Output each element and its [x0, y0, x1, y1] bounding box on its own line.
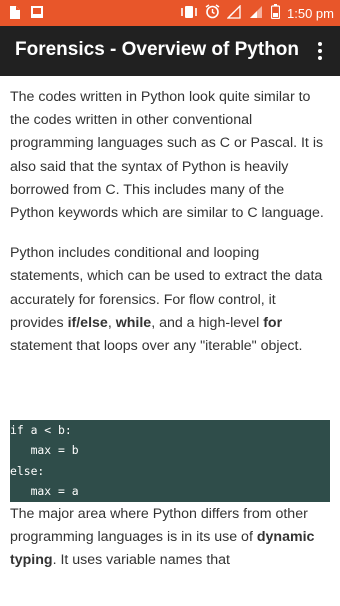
- paragraph-2-mid: , and a high-level: [151, 314, 264, 331]
- keyword-if-else: if/else: [67, 314, 108, 331]
- code-line: if a < b:: [10, 423, 72, 437]
- paragraph-3-rest: . It uses variable names that: [52, 552, 230, 569]
- keyword-while: while: [115, 314, 152, 331]
- code-block: if a < b: max = b else: max = a: [10, 420, 330, 502]
- status-left-icons: [9, 5, 43, 20]
- no-signal-icon: [226, 3, 242, 22]
- signal-icon: [249, 5, 264, 22]
- code-line: max = a: [10, 484, 79, 499]
- article-content: The codes written in Python look quite s…: [10, 86, 332, 375]
- page-title: Forensics - Overview of Python: [15, 39, 300, 60]
- file-icon: [9, 5, 21, 20]
- paragraph-2: Python includes conditional and looping …: [10, 242, 332, 358]
- keyword-for: for: [263, 314, 283, 331]
- paragraph-1: The codes written in Python look quite s…: [10, 89, 324, 222]
- code-line: max = b: [10, 443, 79, 458]
- paragraph-3: The major area where Python differs from…: [10, 503, 332, 573]
- code-line: else:: [10, 463, 45, 478]
- vibrate-icon: [180, 5, 198, 22]
- alarm-icon: [205, 4, 220, 22]
- more-vertical-icon[interactable]: [308, 38, 332, 64]
- paragraph-2-end: statement that loops over any "iterable"…: [10, 338, 303, 355]
- paragraph-2-sep: ,: [107, 314, 116, 331]
- image-icon: [30, 5, 43, 20]
- status-time: 1:50 pm: [287, 5, 334, 21]
- app-bar: Forensics - Overview of Python: [0, 26, 340, 76]
- status-right: 1:50 pm: [180, 3, 334, 22]
- status-bar: 1:50 pm: [0, 0, 340, 26]
- battery-icon: [270, 4, 281, 22]
